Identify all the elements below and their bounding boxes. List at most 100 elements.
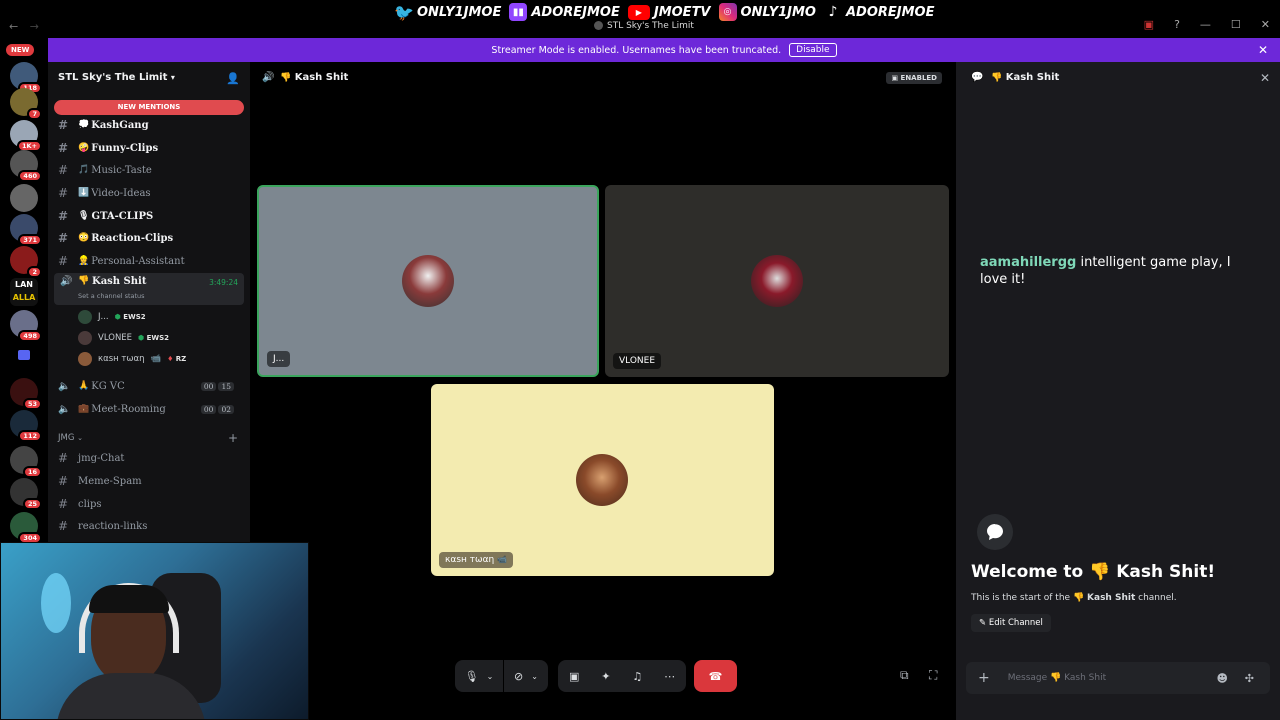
- guild-icon-8[interactable]: 498: [10, 310, 42, 342]
- channel-label: Funny-Clips: [91, 142, 159, 154]
- server-name-text: STL Sky's The Limit: [58, 72, 168, 83]
- channel-jmg-chat[interactable]: # jmg-Chat: [58, 448, 246, 468]
- banner-close-icon[interactable]: ✕: [1258, 43, 1268, 57]
- chat-title-text: Kash Shit: [1005, 72, 1060, 83]
- camera-off-icon: ⊘: [514, 669, 524, 683]
- channel-music-taste[interactable]: # 🎵 Music-Taste: [58, 160, 246, 180]
- camera-button[interactable]: ⊘ ⌄: [504, 660, 548, 692]
- channel-kashgang[interactable]: # 💭 KashGang: [58, 115, 246, 135]
- add-channel-icon[interactable]: +: [228, 431, 238, 445]
- twitter-icon: 🐦: [394, 2, 414, 22]
- fullscreen-icon[interactable]: ⛶: [929, 668, 937, 683]
- channel-emoji: 👷: [78, 256, 90, 266]
- window-controls: ▣ ? — ☐ ✕: [1144, 18, 1270, 31]
- tile-name: VLONEE: [613, 353, 662, 369]
- more-icon[interactable]: ⋯: [664, 670, 675, 683]
- message-input[interactable]: + Message 👎 Kash Shit ☻ ✣: [966, 662, 1270, 694]
- guild-badge: 112: [18, 430, 42, 442]
- help-icon[interactable]: ?: [1174, 18, 1180, 31]
- guild-icon-1[interactable]: 118: [10, 62, 42, 94]
- avatar: [751, 255, 803, 307]
- mic-button[interactable]: 🎙 ⌄: [455, 660, 503, 692]
- video-tile-1[interactable]: J...: [257, 185, 599, 377]
- channel-emoji: 💭: [78, 120, 90, 130]
- count-current: 00: [200, 404, 217, 414]
- disable-button[interactable]: Disable: [789, 43, 837, 57]
- forward-arrow-icon[interactable]: →: [30, 20, 39, 33]
- channel-video-ideas[interactable]: # ⬇️ Video-Ideas: [58, 183, 246, 203]
- new-pill[interactable]: NEW: [6, 44, 35, 56]
- apps-icon[interactable]: ✣: [1245, 672, 1254, 685]
- new-mentions-pill[interactable]: NEW MENTIONS: [54, 100, 244, 115]
- category-jmg[interactable]: JMG ⌄: [58, 433, 83, 443]
- channel-reaction-clips[interactable]: # 😳 Reaction-Clips: [58, 228, 246, 248]
- tiktok-icon: ♪: [828, 4, 838, 20]
- guild-icon-2[interactable]: 7: [10, 88, 42, 120]
- maximize-icon[interactable]: ☐: [1231, 18, 1241, 31]
- voice-user-3[interactable]: кαѕн тωαη 📹 ♦ RZ: [78, 352, 186, 366]
- guild-icon-lan[interactable]: LAN ALLA: [10, 278, 38, 306]
- activities-icon[interactable]: ✦: [601, 670, 610, 683]
- chat-panel: 💬 👎 Kash Shit ✕ aamahillergg intelligent…: [956, 62, 1280, 720]
- close-chat-icon[interactable]: ✕: [1260, 71, 1270, 85]
- voice-channel-meet-rooming[interactable]: 🔈 💼 Meet-Rooming 00 02: [58, 399, 246, 419]
- guild-icon-5[interactable]: [10, 184, 38, 212]
- screen-share-icon[interactable]: ▣: [569, 670, 579, 683]
- voice-title-text: Kash Shit: [294, 72, 349, 83]
- add-member-icon[interactable]: 👤: [226, 72, 240, 85]
- channel-meme-spam[interactable]: # Meme-Spam: [58, 471, 246, 491]
- channel-clips[interactable]: # clips: [58, 494, 246, 514]
- add-attachment-icon[interactable]: +: [978, 670, 990, 686]
- user-name: кαѕн тωαη: [98, 354, 145, 364]
- enabled-text: ENABLED: [900, 74, 937, 82]
- popout-icon[interactable]: ⧉: [900, 668, 909, 683]
- share-screen-button[interactable]: ▣ ✦ ♫ ⋯: [558, 660, 686, 692]
- hash-icon: #: [58, 186, 69, 200]
- user-name: VLONEE: [98, 333, 133, 343]
- guild-icon-4[interactable]: 460: [10, 150, 42, 182]
- guild-icon-3[interactable]: 1K+: [10, 120, 42, 152]
- message-author[interactable]: aamahillergg: [980, 255, 1076, 270]
- voice-channel-kg-vc[interactable]: 🔈 🙏 KG VC 00 15: [58, 376, 246, 396]
- guild-icon-11[interactable]: 16: [10, 446, 42, 478]
- guild-tag-icon: ⬢: [138, 334, 145, 342]
- app-root: ← → 🐦 ONLY1JMOE ▮▮ ADOREJMOE ▶ JMOETV ◎ …: [0, 0, 1280, 720]
- guild-icon-13[interactable]: 304: [10, 512, 42, 544]
- guild-icon-12[interactable]: 25: [10, 478, 42, 510]
- channel-reaction-links[interactable]: # reaction-links: [58, 516, 246, 536]
- server-mini-icon: [594, 21, 603, 30]
- close-window-icon[interactable]: ✕: [1261, 18, 1270, 31]
- avatar: [78, 331, 92, 345]
- tile-name: кαѕн тωαη: [445, 555, 495, 565]
- soundboard-icon[interactable]: ♫: [632, 670, 642, 683]
- emoji-icon[interactable]: ☻: [1217, 672, 1228, 685]
- user-tag: ⬢ EWS2: [115, 313, 146, 321]
- folder-icon[interactable]: [18, 350, 30, 360]
- back-arrow-icon[interactable]: ←: [9, 20, 18, 33]
- channel-emoji: 👎: [280, 73, 292, 83]
- youtube-icon: ▶: [627, 4, 650, 20]
- voice-user-1[interactable]: J... ⬢ EWS2: [78, 310, 146, 324]
- guild-icon-10[interactable]: 112: [10, 410, 42, 442]
- channel-gta-clips[interactable]: # 🎙 GTA-CLIPS: [58, 206, 246, 226]
- channel-status[interactable]: Set a channel status: [78, 292, 145, 300]
- video-tile-3[interactable]: кαѕн тωαη 📹: [431, 384, 774, 576]
- channel-label: KG VC: [91, 380, 125, 392]
- voice-channel-kash-shit[interactable]: 🔊 👎 Kash Shit 3:49:24 Set a channel stat…: [54, 273, 244, 305]
- disconnect-button[interactable]: ☎: [694, 660, 737, 692]
- microphone-icon: 🎙: [464, 669, 479, 683]
- video-tile-2[interactable]: VLONEE: [605, 185, 949, 377]
- guild-icon-6[interactable]: 371: [10, 214, 42, 246]
- channel-funny-clips[interactable]: # 🤪 Funny-Clips: [58, 138, 246, 158]
- voice-user-2[interactable]: VLONEE ⬢ EWS2: [78, 331, 169, 345]
- minimize-icon[interactable]: —: [1200, 18, 1211, 31]
- inbox-icon[interactable]: ▣: [1144, 18, 1154, 31]
- guild-icon-7[interactable]: 2: [10, 246, 42, 278]
- guild-icon-9[interactable]: 53: [10, 378, 42, 410]
- channel-personal-assistant[interactable]: # 👷 Personal-Assistant: [58, 251, 246, 271]
- server-name[interactable]: STL Sky's The Limit ▾: [58, 72, 175, 83]
- hash-icon: #: [58, 118, 69, 132]
- edit-channel-button[interactable]: ✎ Edit Channel: [971, 614, 1051, 632]
- avatar: [78, 310, 92, 324]
- guild-tag-icon: ♦: [167, 355, 174, 363]
